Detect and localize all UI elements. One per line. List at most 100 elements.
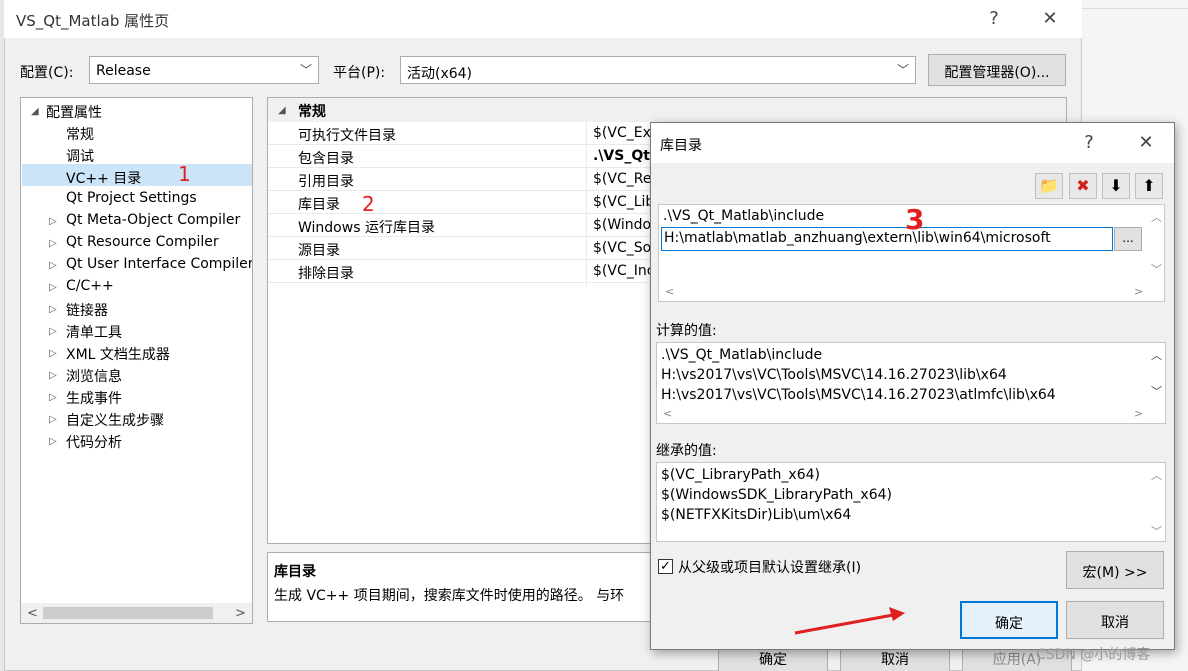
collapse-triangle-icon[interactable]: ◢ [278, 105, 286, 116]
chevron-left-icon[interactable]: < [27, 606, 38, 621]
expand-triangle-icon[interactable]: ▷ [49, 436, 57, 447]
macros-button[interactable]: 宏(M) >> [1066, 551, 1164, 589]
directory-entry[interactable]: .\VS_Qt_Matlab\include [663, 208, 824, 224]
chevron-up-icon[interactable]: ︿ [1151, 209, 1162, 225]
expand-triangle-icon[interactable]: ▷ [49, 348, 57, 359]
directory-entry-editing[interactable]: H:\matlab\matlab_anzhuang\extern\lib\win… [664, 230, 1051, 246]
dialog-cancel-button[interactable]: 取消 [1066, 601, 1164, 639]
tree-item[interactable]: 浏览信息 [66, 366, 122, 386]
property-value[interactable]: $(Windo [593, 217, 651, 233]
tree-item[interactable]: XML 文档生成器 [66, 344, 170, 364]
inherited-values-label: 继承的值: [656, 443, 717, 459]
config-value: Release [96, 63, 151, 79]
computed-value: .\VS_Qt_Matlab\include [661, 347, 823, 363]
chevron-down-icon: ﹀ [896, 63, 909, 77]
inherited-value: $(VC_LibraryPath_x64) [661, 467, 820, 483]
description-panel: 库目录 生成 VC++ 项目期间，搜索库文件时使用的路径。 与环 [267, 552, 667, 622]
chevron-up-icon[interactable]: ︿ [1151, 347, 1162, 363]
watermark: CSDN @小的博客 [1036, 647, 1151, 663]
expand-triangle-icon[interactable]: ▷ [49, 392, 57, 403]
annotation-3: 3 [905, 203, 925, 236]
expand-triangle-icon[interactable]: ▷ [49, 326, 57, 337]
inherited-values-list[interactable]: $(VC_LibraryPath_x64) $(WindowsSDK_Libra… [656, 462, 1166, 542]
property-value[interactable]: $(VC_Ex [593, 125, 651, 141]
platform-select[interactable]: 活动(x64) ﹀ [400, 56, 916, 84]
tree-item[interactable]: Qt Meta-Object Compiler [66, 212, 240, 228]
directory-edit-field[interactable]: H:\matlab\matlab_anzhuang\extern\lib\win… [661, 227, 1113, 251]
tree-item[interactable]: 生成事件 [66, 388, 122, 408]
annotation-arrow [794, 607, 905, 635]
property-name: 源目录 [298, 243, 340, 259]
expand-triangle-icon[interactable]: ▷ [49, 216, 57, 227]
library-directories-dialog: 库目录 ? ✕ 📁 ✖ ⬇ ⬆ .\VS_Qt_Matlab\include H… [650, 122, 1175, 650]
dialog-help-button[interactable]: ? [1069, 132, 1109, 153]
chevron-down-icon[interactable]: ﹀ [1151, 383, 1162, 399]
dialog-ok-button[interactable]: 确定 [960, 601, 1058, 639]
delete-icon[interactable]: ✖ [1069, 173, 1097, 199]
expand-triangle-icon[interactable]: ▷ [49, 238, 57, 249]
close-icon[interactable]: ✕ [1030, 8, 1070, 29]
chevron-right-icon[interactable]: > [1134, 407, 1143, 420]
chevron-down-icon[interactable]: ﹀ [1151, 523, 1162, 539]
property-value[interactable]: .\VS_Qt [593, 148, 650, 164]
tree-item[interactable]: 链接器 [66, 300, 108, 320]
move-down-icon[interactable]: ⬇ [1102, 173, 1130, 199]
property-name: 可执行文件目录 [298, 128, 396, 144]
tree-root[interactable]: 配置属性 [46, 102, 102, 122]
config-select[interactable]: Release ﹀ [89, 56, 319, 84]
chevron-up-icon[interactable]: ︿ [1151, 467, 1162, 483]
inherited-value: $(NETFXKitsDir)Lib\um\x64 [661, 507, 852, 523]
move-up-icon[interactable]: ⬆ [1135, 173, 1163, 199]
chevron-right-icon[interactable]: > [1134, 285, 1143, 298]
tree-item[interactable]: 清单工具 [66, 322, 122, 342]
property-value[interactable]: $(VC_Inc [593, 263, 654, 279]
expand-triangle-icon[interactable]: ▷ [49, 304, 57, 315]
collapse-triangle-icon[interactable]: ◢ [31, 106, 39, 117]
computed-value: H:\vs2017\vs\VC\Tools\MSVC\14.16.27023\a… [661, 387, 1056, 403]
expand-triangle-icon[interactable]: ▷ [49, 370, 57, 381]
platform-value: 活动(x64) [407, 66, 473, 82]
new-folder-icon[interactable]: 📁 [1035, 173, 1063, 199]
chevron-right-icon[interactable]: > [235, 606, 246, 621]
computed-values-label: 计算的值: [656, 323, 717, 339]
background-divider [1082, 8, 1188, 9]
chevron-left-icon[interactable]: < [665, 285, 674, 298]
platform-label: 平台(P): [333, 65, 386, 81]
chevron-left-icon[interactable]: < [663, 407, 672, 420]
inherited-value: $(WindowsSDK_LibraryPath_x64) [661, 487, 892, 503]
tree-item[interactable]: 代码分析 [66, 432, 122, 452]
grid-category-label: 常规 [298, 104, 326, 120]
expand-triangle-icon[interactable]: ▷ [49, 282, 57, 293]
tree-item[interactable]: 调试 [66, 146, 94, 166]
tree-item[interactable]: Qt Resource Compiler [66, 234, 219, 250]
annotation-1: 1 [178, 162, 191, 186]
help-button[interactable]: ? [974, 8, 1014, 29]
property-value[interactable]: $(VC_Re [593, 171, 651, 187]
browse-button[interactable]: ... [1114, 227, 1142, 251]
config-label: 配置(C): [20, 65, 74, 81]
expand-triangle-icon[interactable]: ▷ [49, 260, 57, 271]
property-value[interactable]: $(VC_Lib [593, 194, 654, 210]
property-name: 包含目录 [298, 151, 354, 167]
inherit-checkbox-label[interactable]: 从父级或项目默认设置继承(I) [678, 557, 861, 577]
tree-item[interactable]: Qt Project Settings [66, 190, 197, 206]
tree-item[interactable]: Qt User Interface Compiler [66, 256, 252, 272]
property-value[interactable]: $(VC_So [593, 240, 651, 256]
tree-hscrollbar[interactable]: < > [21, 603, 252, 623]
dialog-close-icon[interactable]: ✕ [1126, 132, 1166, 153]
config-manager-button[interactable]: 配置管理器(O)... [928, 54, 1066, 86]
expand-triangle-icon[interactable]: ▷ [49, 414, 57, 425]
tree-item[interactable]: VC++ 目录 [66, 168, 141, 188]
property-name: 库目录 [298, 197, 340, 213]
window-title: VS_Qt_Matlab 属性页 [16, 12, 170, 30]
tree-scroll-thumb[interactable] [43, 607, 213, 619]
tree-item[interactable]: 自定义生成步骤 [66, 410, 164, 430]
chevron-down-icon[interactable]: ﹀ [1151, 261, 1162, 277]
inherit-checkbox[interactable]: ✓ [658, 559, 673, 574]
property-name: 引用目录 [298, 174, 354, 190]
computed-values-list[interactable]: .\VS_Qt_Matlab\include H:\vs2017\vs\VC\T… [656, 342, 1166, 424]
tree-item[interactable]: C/C++ [66, 278, 114, 294]
chevron-down-icon: ﹀ [299, 63, 312, 77]
property-tree[interactable]: ◢ 配置属性 常规 调试 VC++ 目录 Qt Project Settings ▷ Qt… [20, 97, 253, 624]
tree-item[interactable]: 常规 [66, 124, 94, 144]
